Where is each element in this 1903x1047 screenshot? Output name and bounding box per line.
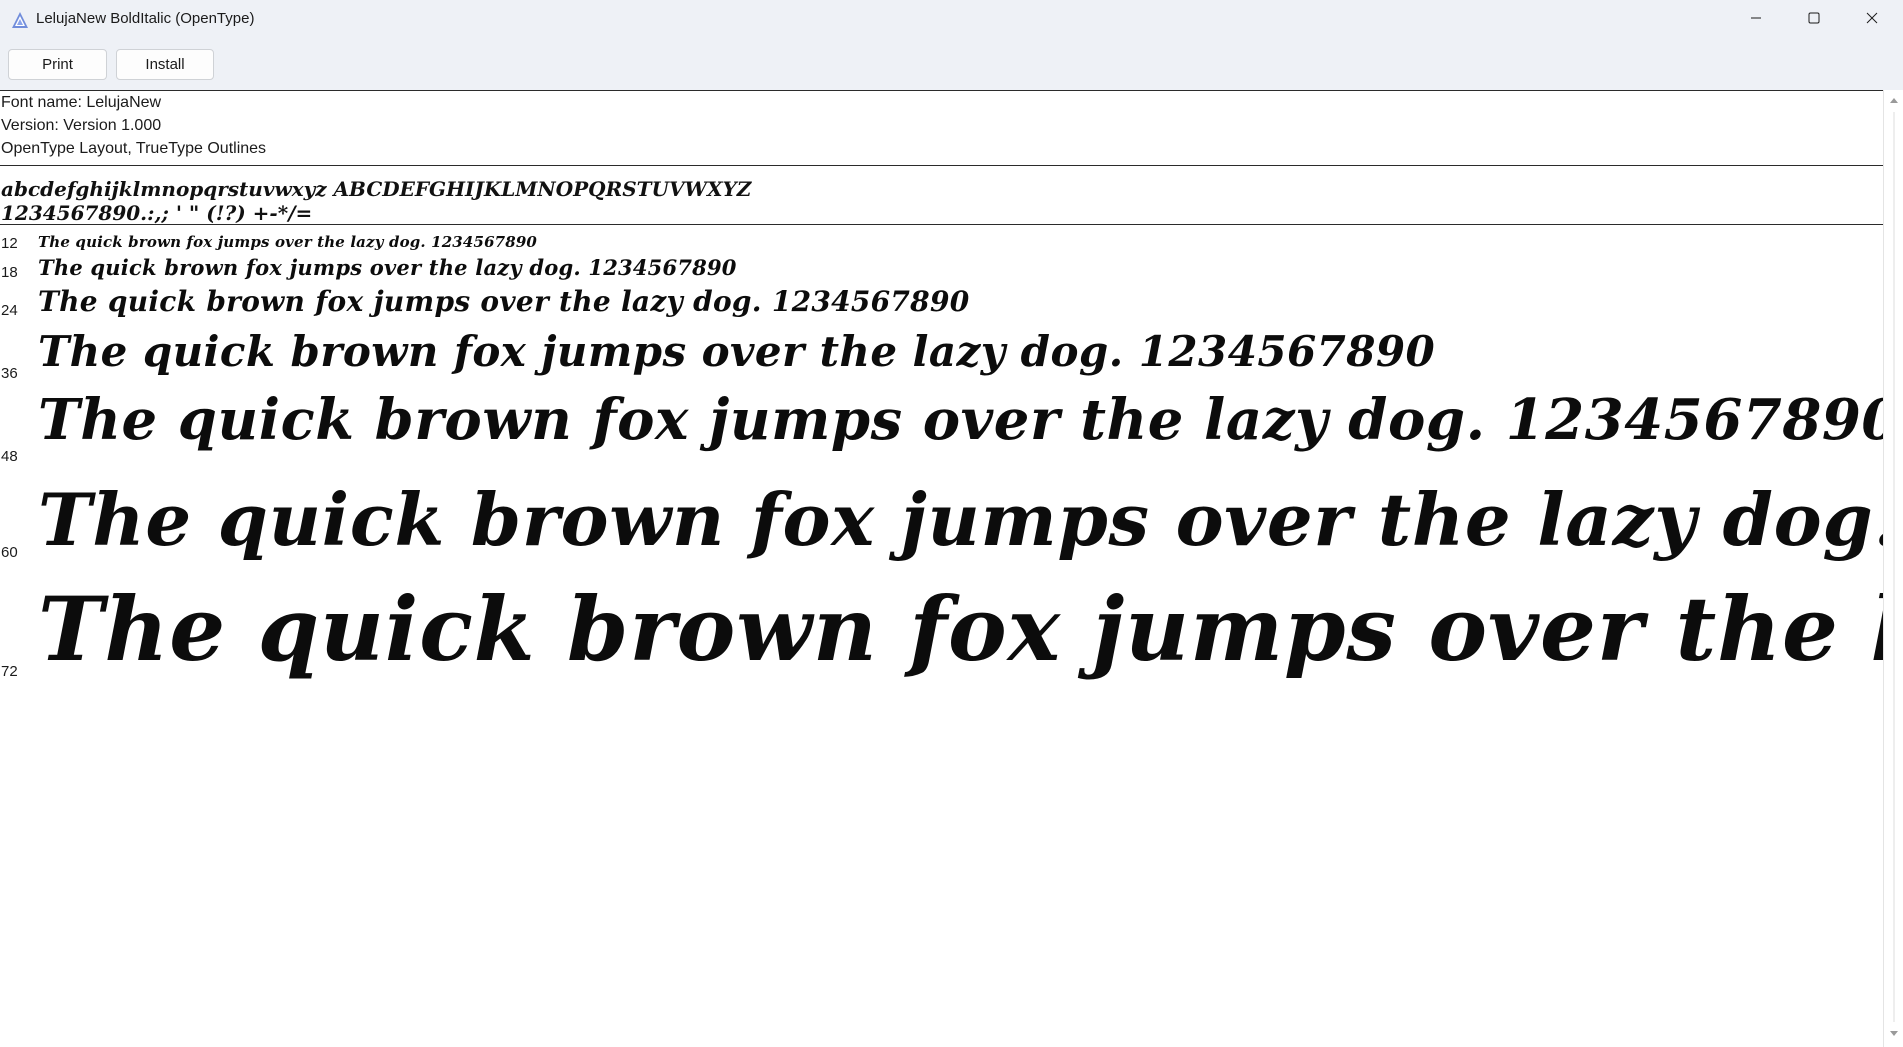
charset-letters: abcdefghijklmnopqrstuvwxyz ABCDEFGHIJKLM…	[1, 177, 752, 201]
title-bar: LelujaNew BoldItalic (OpenType)	[0, 0, 1903, 40]
sample-row-48: 48 The quick brown fox jumps over the la…	[0, 387, 1883, 477]
sample-row-12: 12 The quick brown fox jumps over the la…	[0, 231, 1883, 253]
scroll-track[interactable]	[1893, 112, 1895, 1022]
sample-text: The quick brown fox jumps over the lazy …	[38, 255, 737, 280]
sample-text: The quick brown fox jumps over the lazy …	[38, 285, 970, 318]
size-label: 48	[1, 448, 18, 465]
size-label: 24	[1, 302, 18, 319]
maximize-button[interactable]	[1785, 0, 1843, 40]
minimize-button[interactable]	[1727, 0, 1785, 40]
print-button[interactable]: Print	[8, 49, 107, 80]
charset-symbols: 1234567890.:,; ' " (!?) +-*/=	[1, 201, 313, 225]
sample-text: The quick brown fox jumps over the lazy …	[38, 477, 1883, 562]
size-label: 72	[1, 663, 18, 680]
version-info: Version: Version 1.000	[1, 117, 162, 134]
font-viewer-icon	[10, 11, 30, 29]
maximize-icon	[1808, 11, 1820, 29]
size-label: 60	[1, 544, 18, 561]
scroll-up-icon[interactable]	[1889, 96, 1899, 106]
sample-text: The quick brown fox jumps over the lazy …	[38, 577, 1883, 681]
outline-type-info: OpenType Layout, TrueType Outlines	[1, 140, 267, 157]
size-label: 18	[1, 264, 18, 281]
scroll-down-icon[interactable]	[1889, 1028, 1899, 1038]
font-preview-area: Font name: LelujaNew Version: Version 1.…	[0, 90, 1883, 1047]
font-name-info: Font name: LelujaNew	[1, 94, 162, 111]
size-label: 36	[1, 365, 18, 382]
divider	[0, 224, 1883, 225]
install-button[interactable]: Install	[116, 49, 214, 80]
vertical-scrollbar[interactable]	[1883, 90, 1903, 1047]
font-viewer-window: LelujaNew BoldItalic (OpenType) Print In…	[0, 0, 1903, 1047]
window-title: LelujaNew BoldItalic (OpenType)	[36, 10, 255, 27]
divider	[0, 165, 1883, 166]
toolbar: Print Install	[0, 40, 1903, 90]
sample-row-36: 36 The quick brown fox jumps over the la…	[0, 327, 1883, 387]
close-icon	[1866, 11, 1878, 29]
close-button[interactable]	[1843, 0, 1901, 40]
sample-text: The quick brown fox jumps over the lazy …	[38, 387, 1883, 453]
sample-text: The quick brown fox jumps over the lazy …	[38, 233, 538, 251]
sample-row-72: 72 The quick brown fox jumps over the la…	[0, 577, 1883, 697]
sample-row-60: 60 The quick brown fox jumps over the la…	[0, 477, 1883, 577]
sample-row-24: 24 The quick brown fox jumps over the la…	[0, 283, 1883, 327]
sample-text: The quick brown fox jumps over the lazy …	[38, 327, 1436, 376]
minimize-icon	[1750, 11, 1762, 29]
sample-row-18: 18 The quick brown fox jumps over the la…	[0, 253, 1883, 283]
size-label: 12	[1, 235, 18, 252]
